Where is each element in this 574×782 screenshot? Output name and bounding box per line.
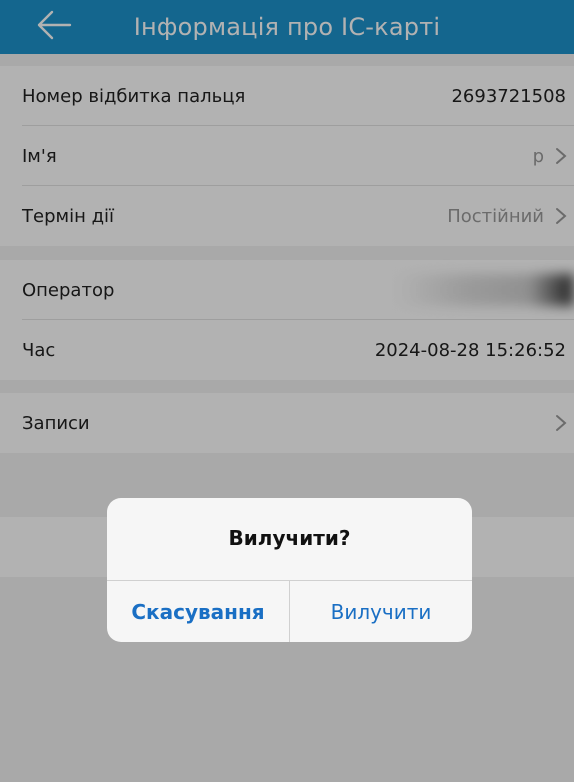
modal-backdrop[interactable]: [0, 0, 574, 782]
remove-button[interactable]: Вилучити: [290, 581, 472, 642]
cancel-button[interactable]: Скасування: [107, 581, 289, 642]
dialog-title: Вилучити?: [228, 526, 351, 550]
confirm-dialog: Вилучити? Скасування Вилучити: [107, 498, 472, 642]
